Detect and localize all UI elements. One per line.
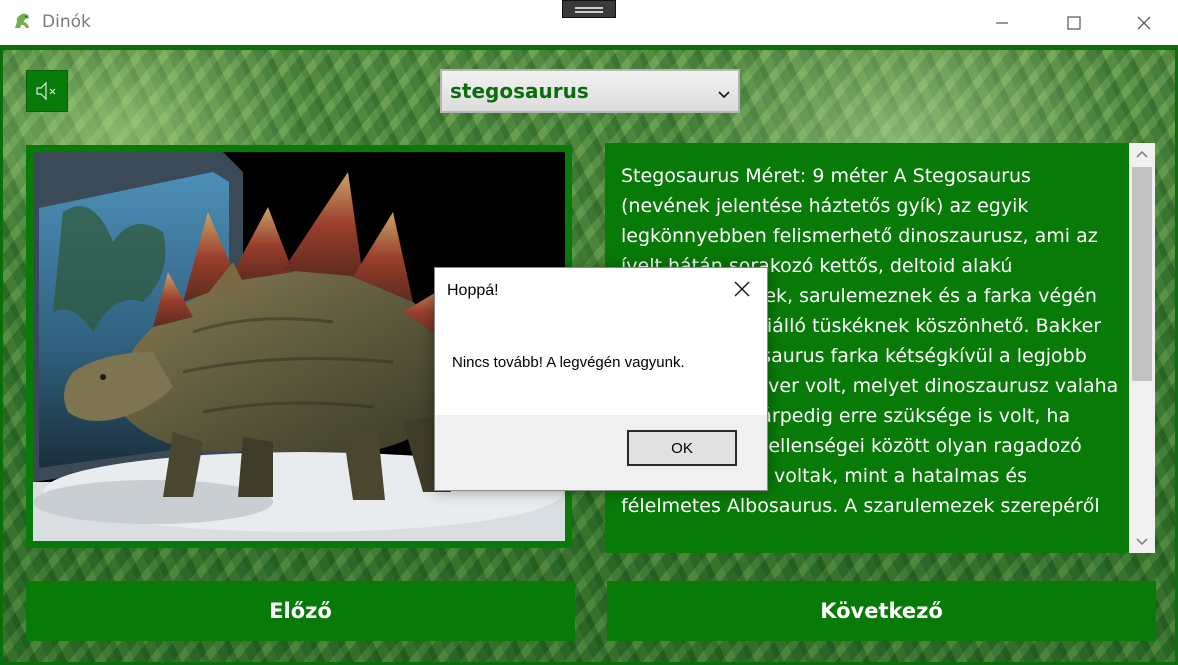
minimize-icon: [996, 21, 1008, 24]
close-button[interactable]: [1114, 0, 1174, 45]
scrollbar-thumb[interactable]: [1132, 167, 1152, 381]
close-icon: [734, 281, 750, 297]
dialog-footer: OK: [435, 415, 767, 490]
window-title: Dinók: [42, 12, 91, 32]
chevron-down-icon: [718, 84, 730, 103]
title-bar: Dinók: [0, 0, 1178, 45]
message-dialog: Hoppá! Nincs tovább! A legvégén vagyunk.…: [434, 267, 768, 491]
chevron-down-icon: [1136, 538, 1148, 546]
mute-button[interactable]: [26, 70, 68, 112]
dialog-message: Nincs tovább! A legvégén vagyunk.: [452, 354, 685, 371]
dialog-title: Hoppá!: [447, 282, 499, 299]
dialog-close-button[interactable]: [731, 278, 753, 300]
scroll-up-button[interactable]: [1129, 143, 1155, 165]
description-scrollbar[interactable]: [1129, 143, 1155, 553]
dino-dropdown[interactable]: stegosaurus: [440, 69, 740, 113]
dino-dropdown-value: stegosaurus: [450, 79, 589, 103]
maximize-button[interactable]: [1044, 0, 1104, 45]
window-drag-handle[interactable]: [562, 0, 616, 18]
scroll-down-button[interactable]: [1129, 531, 1155, 553]
close-icon: [1137, 16, 1151, 29]
maximize-icon: [1067, 15, 1081, 30]
previous-button[interactable]: Előző: [26, 581, 575, 641]
minimize-button[interactable]: [972, 0, 1032, 45]
ok-button[interactable]: OK: [627, 430, 737, 466]
next-button[interactable]: Következő: [607, 581, 1156, 641]
speaker-muted-icon: [36, 81, 56, 101]
chevron-up-icon: [1136, 150, 1148, 158]
dino-icon: [12, 10, 34, 32]
